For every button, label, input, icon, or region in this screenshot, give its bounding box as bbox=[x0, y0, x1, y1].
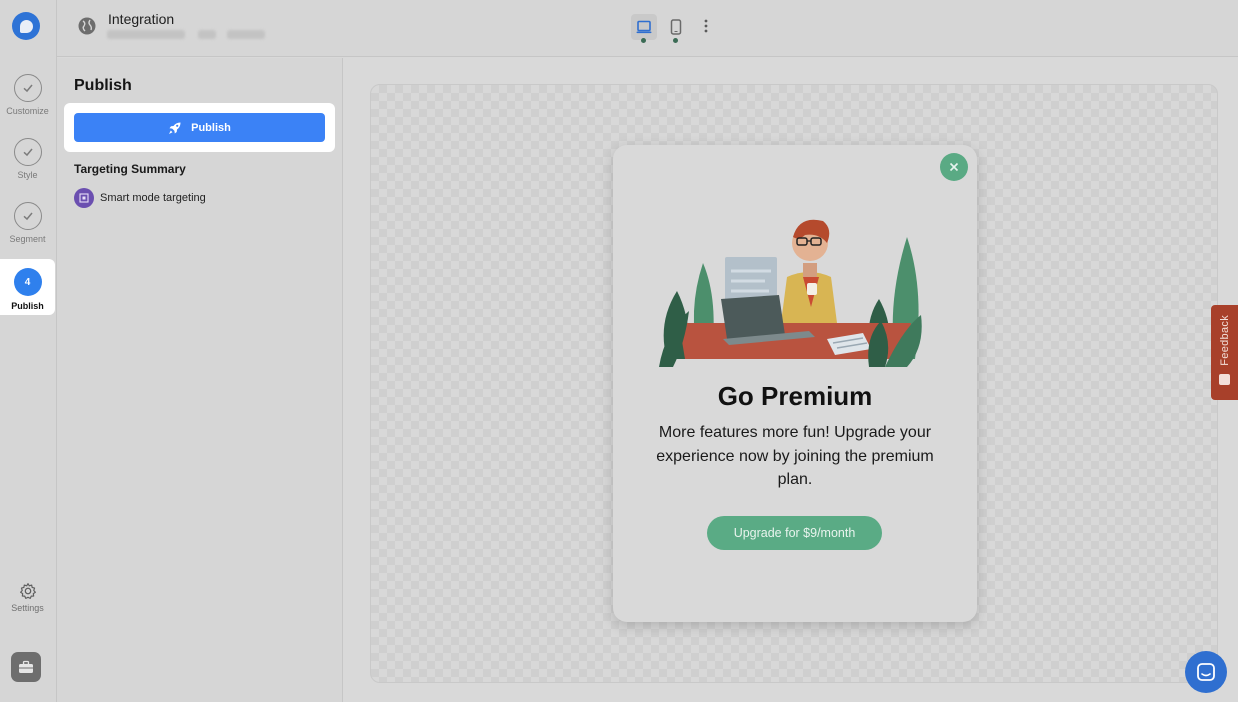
step-number: 4 bbox=[13, 268, 42, 296]
step-label: Customize bbox=[6, 106, 49, 116]
illustration-image bbox=[659, 219, 922, 367]
panel-title: Publish bbox=[74, 77, 132, 94]
feedback-label: Feedback bbox=[1218, 315, 1231, 366]
publish-button[interactable]: Publish bbox=[74, 113, 325, 142]
popup-body: More features more fun! Upgrade your exp… bbox=[656, 424, 934, 488]
chat-icon bbox=[1197, 663, 1215, 681]
redacted-text bbox=[107, 30, 185, 39]
left-rail: Customize Style Segment 4 Publish Settin… bbox=[0, 0, 57, 702]
close-icon bbox=[949, 162, 959, 172]
redacted-text bbox=[227, 30, 265, 39]
check-icon bbox=[13, 74, 42, 102]
more-options-icon[interactable] bbox=[703, 18, 709, 34]
publish-button-label: Publish bbox=[191, 121, 231, 134]
mobile-icon bbox=[670, 19, 682, 35]
targeting-item-label: Smart mode targeting bbox=[100, 192, 206, 204]
smart-target-icon bbox=[74, 188, 94, 208]
step-label: Publish bbox=[11, 301, 44, 311]
settings-button[interactable]: Settings bbox=[0, 582, 55, 613]
check-icon bbox=[13, 202, 42, 230]
settings-label: Settings bbox=[11, 603, 44, 613]
briefcase-icon bbox=[19, 660, 33, 673]
top-header: Integration bbox=[57, 0, 1238, 57]
targeting-item: Smart mode targeting bbox=[74, 188, 206, 208]
feedback-icon bbox=[1219, 373, 1230, 385]
feedback-tab[interactable]: Feedback bbox=[1211, 305, 1238, 400]
gear-icon bbox=[19, 583, 36, 599]
redacted-text bbox=[198, 30, 216, 39]
briefcase-button[interactable] bbox=[11, 652, 41, 682]
page-title: Integration bbox=[108, 11, 175, 27]
upgrade-button[interactable]: Upgrade for $9/month bbox=[707, 516, 882, 550]
desktop-view-button[interactable] bbox=[631, 14, 657, 40]
preview-canvas: Go Premium More features more fun! Upgra… bbox=[370, 84, 1218, 683]
popup-preview: Go Premium More features more fun! Upgra… bbox=[613, 145, 977, 622]
mobile-view-button[interactable] bbox=[663, 14, 689, 40]
publish-highlight: Publish bbox=[64, 103, 335, 152]
step-segment[interactable]: Segment bbox=[0, 198, 55, 254]
app-logo[interactable] bbox=[12, 12, 40, 40]
step-publish[interactable]: 4 Publish bbox=[0, 259, 55, 315]
rocket-icon bbox=[169, 122, 181, 134]
check-icon bbox=[13, 138, 42, 166]
status-dot bbox=[673, 38, 678, 43]
logo-mark bbox=[19, 19, 33, 33]
step-label: Segment bbox=[9, 234, 46, 244]
targeting-summary-heading: Targeting Summary bbox=[74, 162, 186, 176]
step-style[interactable]: Style bbox=[0, 134, 55, 190]
chat-launcher-button[interactable] bbox=[1185, 651, 1227, 693]
popup-title: Go Premium bbox=[717, 381, 873, 411]
close-button[interactable] bbox=[940, 153, 968, 181]
step-customize[interactable]: Customize bbox=[0, 70, 55, 126]
active-dot bbox=[641, 38, 646, 43]
publish-panel: Publish Publish Targeting Summary Smart … bbox=[57, 58, 343, 702]
globe-icon bbox=[78, 17, 96, 35]
step-label: Style bbox=[17, 170, 38, 180]
desktop-icon bbox=[636, 20, 652, 34]
